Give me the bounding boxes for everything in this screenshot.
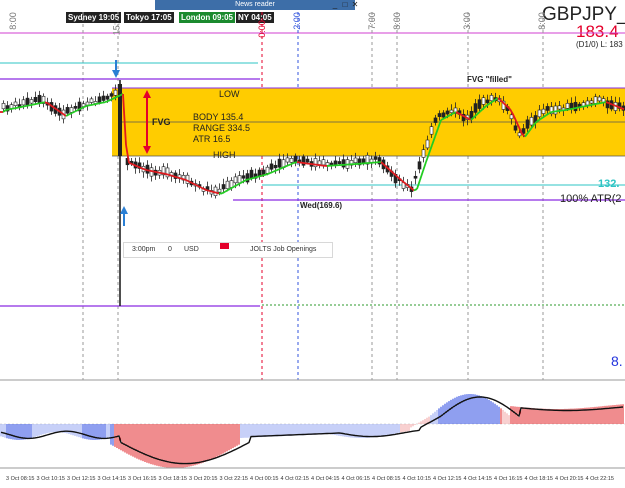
time-marker-8: 8:00: [536, 12, 547, 30]
time-marker-4: 2:00: [291, 12, 302, 30]
x-axis-label: 4 Oct 00:15: [250, 476, 279, 482]
time-marker-3: 0:00: [256, 20, 267, 38]
x-axis-label: 4 Oct 18:15: [524, 476, 553, 482]
time-marker-6: 8:00: [391, 12, 402, 30]
time-marker-1: 8:00: [7, 12, 18, 30]
x-axis-label: 3 Oct 22:15: [219, 476, 248, 482]
x-axis-label: 3 Oct 08:15: [6, 476, 35, 482]
fvg-high-label: HIGH: [213, 150, 236, 160]
x-axis-label: 3 Oct 10:15: [36, 476, 65, 482]
x-axis-label: 3 Oct 20:15: [189, 476, 218, 482]
x-axis-label: 4 Oct 06:15: [341, 476, 370, 482]
time-marker-2: 15:: [111, 22, 122, 36]
right-atr-label: 100% ATR(2: [560, 193, 622, 205]
wed-label: Wed(169.6): [300, 201, 343, 210]
x-axis-label: 4 Oct 12:15: [433, 476, 462, 482]
x-axis-label: 4 Oct 08:15: [372, 476, 401, 482]
event-title: JOLTS Job Openings: [250, 246, 317, 253]
x-axis-label: 4 Oct 22:15: [585, 476, 614, 482]
x-axis-label: 3 Oct 12:15: [67, 476, 96, 482]
event-impact-icon: [220, 243, 229, 249]
x-axis-label: 4 Oct 04:15: [311, 476, 340, 482]
x-axis-label: 4 Oct 02:15: [280, 476, 309, 482]
event-currency: USD: [184, 246, 199, 253]
x-axis-label: 4 Oct 20:15: [555, 476, 584, 482]
fvg-atr: ATR 16.5: [193, 134, 231, 144]
event-time: 3:00pm: [132, 246, 156, 253]
economic-event-box[interactable]: 3:00pm 0 USD JOLTS Job Openings: [123, 242, 333, 258]
fvg-filled-label: FVG "filled": [467, 75, 512, 84]
right-green-value: 132.: [598, 178, 620, 190]
fvg-range: RANGE 334.5: [193, 123, 251, 133]
fvg-low-label: LOW: [219, 89, 240, 99]
x-axis-label: 3 Oct 16:15: [128, 476, 157, 482]
x-axis-label: 4 Oct 14:15: [463, 476, 492, 482]
event-index: 0: [168, 246, 172, 253]
right-blue-value: 8.: [611, 353, 623, 369]
time-marker-5: 7:00: [366, 12, 377, 30]
x-axis-label: 4 Oct 16:15: [494, 476, 523, 482]
chart-window[interactable]: Sydney 19:05 Tokyo 17:05 London 09:05 NY…: [0, 0, 625, 488]
x-axis-label: 4 Oct 10:15: [402, 476, 431, 482]
time-marker-7: 3:00: [461, 12, 472, 30]
fvg-tag: FVG: [152, 117, 171, 127]
x-axis-label: 3 Oct 14:15: [97, 476, 126, 482]
macd-signal-line: [0, 396, 624, 465]
fvg-body: BODY 135.4: [193, 112, 244, 122]
x-axis-label: 3 Oct 18:15: [158, 476, 187, 482]
macd-histogram: [0, 394, 624, 468]
